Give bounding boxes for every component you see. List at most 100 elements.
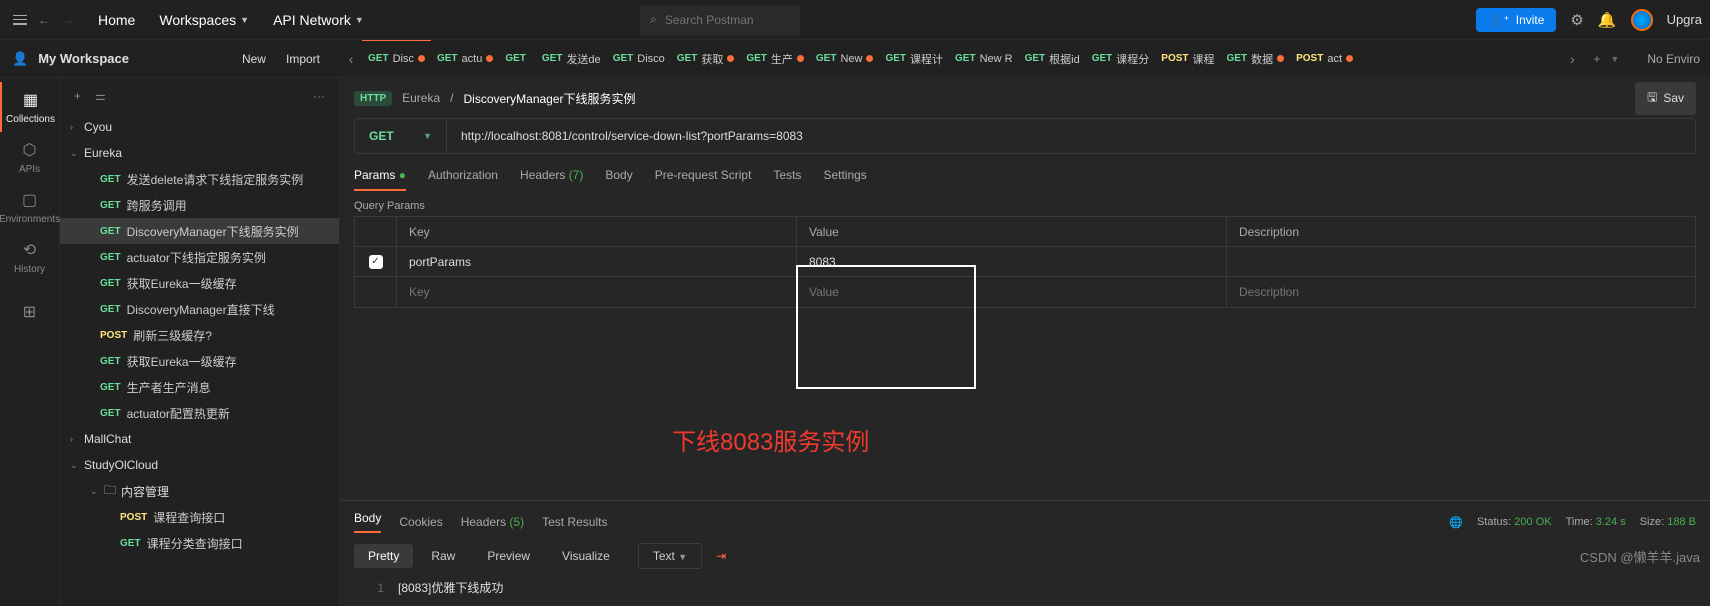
tab[interactable]: GET根据id xyxy=(1019,40,1086,77)
leftnav-apis[interactable]: ⬡APIs xyxy=(0,132,60,182)
folder-row[interactable]: ›MallChat xyxy=(60,426,339,452)
req-tab-authorization[interactable]: Authorization xyxy=(428,168,498,190)
leftnav-history[interactable]: ⟲History xyxy=(0,232,60,282)
add-button[interactable]: + xyxy=(74,89,81,103)
wrap-toggle-icon[interactable]: ⇥ xyxy=(716,549,726,563)
globe-icon[interactable]: 🌐 xyxy=(1449,516,1463,529)
breadcrumb-parent[interactable]: Eureka xyxy=(402,91,440,105)
param-checkbox-new[interactable] xyxy=(355,277,397,307)
tab-options[interactable]: ▼ xyxy=(1610,54,1619,64)
resp-mode-visualize[interactable]: Visualize xyxy=(548,544,624,568)
folder-row[interactable]: ›Cyou xyxy=(60,114,339,140)
tab[interactable]: GETNew xyxy=(810,40,880,77)
tab-title: 获取 xyxy=(701,51,723,67)
save-button[interactable]: 🖫Sav xyxy=(1635,82,1696,115)
request-row[interactable]: GETDiscoveryManager下线服务实例 xyxy=(60,218,339,244)
req-tab-body[interactable]: Body xyxy=(605,168,632,190)
param-value-new[interactable] xyxy=(797,277,1227,307)
tab[interactable]: POSTact xyxy=(1290,40,1359,77)
tab[interactable]: GET生产 xyxy=(740,40,810,77)
resp-tab-test-results[interactable]: Test Results xyxy=(542,515,607,529)
tab[interactable]: GET课程分 xyxy=(1086,40,1156,77)
tab[interactable]: GET数据 xyxy=(1221,40,1291,77)
request-row[interactable]: GETactuator下线指定服务实例 xyxy=(60,244,339,270)
request-row[interactable]: GET actuator配置热更新 xyxy=(60,400,339,426)
tab[interactable]: GETDisc xyxy=(362,40,431,77)
tab[interactable]: GETactu xyxy=(431,40,499,77)
tab-method: GET xyxy=(1227,53,1248,64)
folder-row[interactable]: ⌄🗀内容管理 xyxy=(60,478,339,504)
folder-label: StudyOlCloud xyxy=(84,458,158,472)
notifications-icon[interactable]: 🔔 xyxy=(1598,11,1617,29)
leftnav-environments[interactable]: ▢Environments xyxy=(0,182,60,232)
url-input[interactable] xyxy=(447,119,1695,153)
request-row[interactable]: GET跨服务调用 xyxy=(60,192,339,218)
nav-fwd[interactable]: → xyxy=(56,8,80,32)
folder-row[interactable]: ⌄StudyOlCloud xyxy=(60,452,339,478)
request-method: GET xyxy=(100,408,121,419)
request-row[interactable]: POST课程查询接口 xyxy=(60,504,339,530)
resp-tab-body[interactable]: Body xyxy=(354,511,381,533)
settings-icon[interactable]: ⚙ xyxy=(1570,11,1583,29)
resp-lang-selector[interactable]: Text ▼ xyxy=(638,543,702,569)
new-button[interactable]: New xyxy=(234,48,274,70)
param-desc[interactable] xyxy=(1227,247,1695,276)
workspace-name[interactable]: My Workspace xyxy=(38,51,129,66)
nav-workspaces[interactable]: Workspaces▼ xyxy=(159,12,249,28)
tab[interactable]: POST课程 xyxy=(1155,40,1220,77)
more-options[interactable]: ··· xyxy=(313,89,325,103)
tab[interactable]: GET发送de xyxy=(536,40,607,77)
nav-back[interactable]: ← xyxy=(32,8,56,32)
tabs-scroll-left[interactable]: ‹ xyxy=(340,51,362,67)
import-button[interactable]: Import xyxy=(278,48,328,70)
search-input[interactable] xyxy=(665,13,790,27)
req-tab-settings[interactable]: Settings xyxy=(823,168,866,190)
person-icon: 👤 xyxy=(12,51,28,67)
request-row[interactable]: GET生产者生产消息 xyxy=(60,374,339,400)
new-tab-button[interactable]: + xyxy=(1593,52,1600,66)
resp-mode-raw[interactable]: Raw xyxy=(417,544,469,568)
time-meta: Time: 3.24 s xyxy=(1566,516,1626,529)
request-row[interactable]: POST刷新三级缓存? xyxy=(60,322,339,348)
tab-method: GET xyxy=(613,53,634,64)
param-value[interactable]: 8083 xyxy=(797,247,1227,276)
tab[interactable]: GETDisco xyxy=(607,40,671,77)
param-checkbox[interactable]: ✓ xyxy=(355,247,397,276)
upgrade-button[interactable]: Upgra xyxy=(1667,12,1702,27)
resp-mode-pretty[interactable]: Pretty xyxy=(354,544,413,568)
request-row[interactable]: GET发送delete请求下线指定服务实例 xyxy=(60,166,339,192)
method-selector[interactable]: GET▼ xyxy=(355,119,447,153)
leftnav-collections[interactable]: ▦Collections xyxy=(0,82,60,132)
request-row[interactable]: GET获取Eureka一级缓存 xyxy=(60,270,339,296)
req-tab-params[interactable]: Params ● xyxy=(354,168,406,190)
tab[interactable]: GET课程计 xyxy=(879,40,949,77)
nav-home[interactable]: Home xyxy=(98,12,135,28)
leftnav-more[interactable]: ⊞ xyxy=(23,302,36,322)
request-label: actuator配置热更新 xyxy=(127,405,230,422)
global-search[interactable]: ⌕ xyxy=(640,5,800,35)
request-row[interactable]: GETDiscoveryManager直接下线 xyxy=(60,296,339,322)
param-key[interactable]: portParams xyxy=(397,247,797,276)
folder-row[interactable]: ⌄Eureka xyxy=(60,140,339,166)
tab[interactable]: GET xyxy=(499,40,536,77)
param-desc-new[interactable] xyxy=(1227,277,1695,307)
http-badge: HTTP xyxy=(354,91,392,106)
user-avatar[interactable] xyxy=(1631,9,1653,31)
invite-button[interactable]: 👤⁺Invite xyxy=(1476,8,1556,32)
req-tab-headers[interactable]: Headers (7) xyxy=(520,168,583,190)
resp-tab-headers[interactable]: Headers (5) xyxy=(461,515,524,529)
request-row[interactable]: GET获取Eureka一级缓存 xyxy=(60,348,339,374)
tab[interactable]: GET获取 xyxy=(671,40,741,77)
hamburger-menu[interactable] xyxy=(8,8,32,32)
filter-icon[interactable]: ⚌ xyxy=(95,89,106,103)
tab[interactable]: GETNew R xyxy=(949,40,1019,77)
nav-api-network[interactable]: API Network▼ xyxy=(273,12,364,28)
resp-mode-preview[interactable]: Preview xyxy=(473,544,544,568)
request-row[interactable]: GET课程分类查询接口 xyxy=(60,530,339,556)
tabs-scroll-right[interactable]: › xyxy=(1561,51,1583,67)
req-tab-tests[interactable]: Tests xyxy=(773,168,801,190)
resp-tab-cookies[interactable]: Cookies xyxy=(399,515,442,529)
param-key-new[interactable] xyxy=(397,277,797,307)
environment-selector[interactable]: No Enviro xyxy=(1647,52,1700,66)
req-tab-pre-request-script[interactable]: Pre-request Script xyxy=(655,168,752,190)
